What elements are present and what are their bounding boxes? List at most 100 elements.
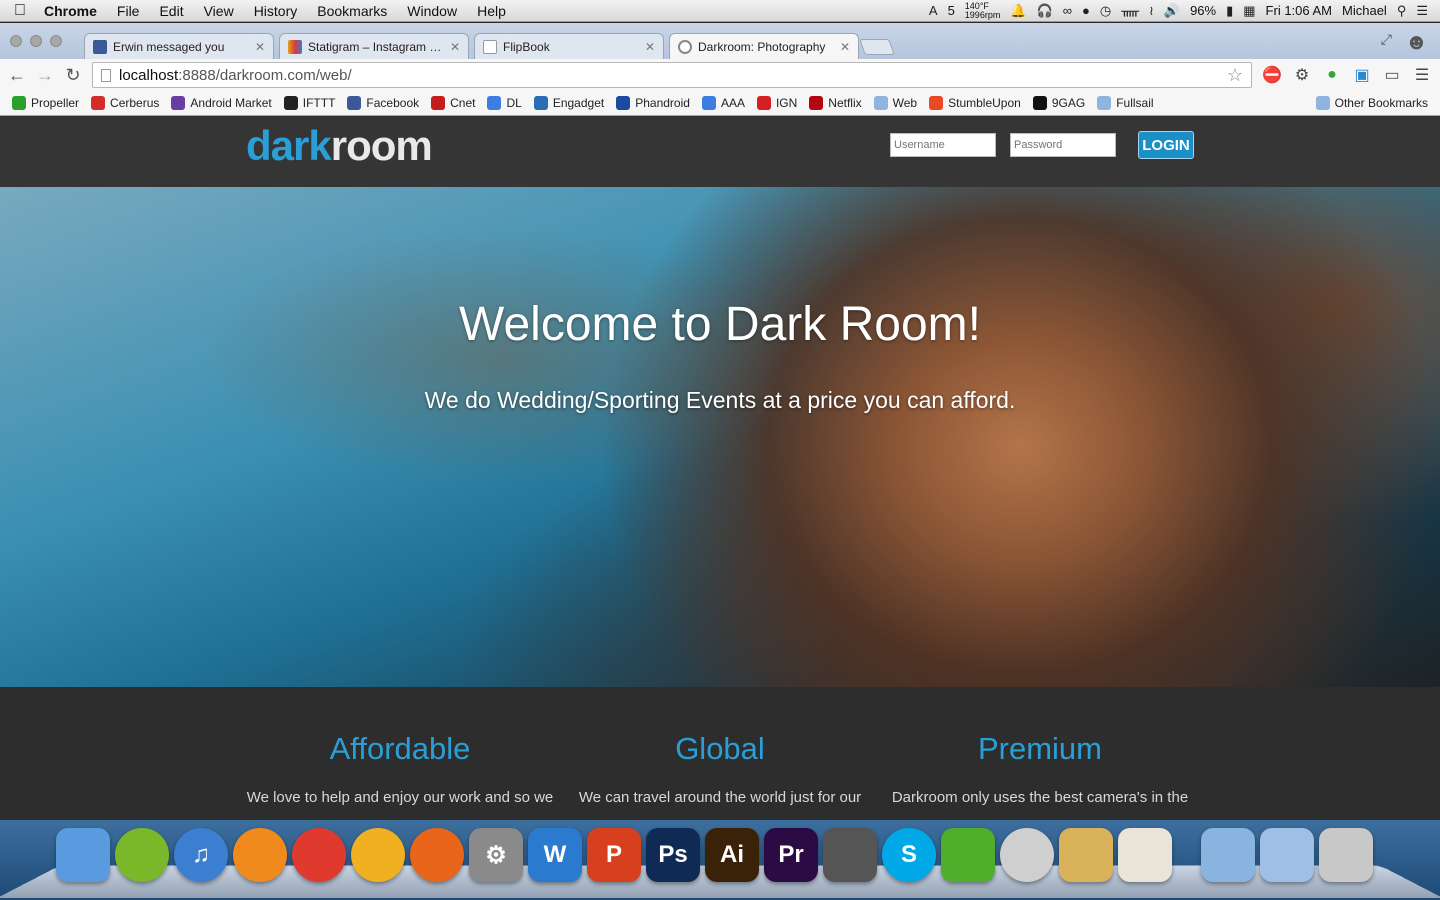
bookmark-propeller[interactable]: Propeller bbox=[6, 96, 85, 110]
close-tab-icon[interactable]: ✕ bbox=[840, 40, 850, 54]
wifi-icon[interactable]: ≀ bbox=[1149, 3, 1154, 19]
forward-arrow-icon[interactable]: → bbox=[36, 65, 54, 86]
bookmark-cerberus[interactable]: Cerberus bbox=[85, 96, 165, 110]
menu-file[interactable]: File bbox=[107, 3, 150, 19]
bookmark-android-market[interactable]: Android Market bbox=[165, 96, 277, 110]
bookmark-favicon-icon bbox=[1032, 96, 1047, 110]
zoom-window-button[interactable] bbox=[50, 35, 62, 47]
adobe-count: 5 bbox=[947, 3, 955, 18]
close-tab-icon[interactable]: ✕ bbox=[645, 40, 655, 54]
firefox-icon[interactable] bbox=[410, 828, 464, 882]
notification-center-icon[interactable]: ☰ bbox=[1416, 3, 1428, 19]
clock[interactable]: Fri 1:06 AM bbox=[1266, 3, 1332, 18]
applications-folder-icon[interactable] bbox=[1201, 828, 1255, 882]
tab-flipbook[interactable]: FlipBook ✕ bbox=[474, 33, 664, 59]
leaf-icon[interactable] bbox=[941, 828, 995, 882]
calendar-icon[interactable]: ▦ bbox=[1243, 3, 1255, 19]
tab-statigram[interactable]: Statigram – Instagram web ✕ bbox=[279, 33, 469, 59]
darkroom-logo[interactable]: darkroom bbox=[246, 122, 433, 170]
bookmark-engadget[interactable]: Engadget bbox=[528, 96, 610, 110]
evernote-icon[interactable]: ● bbox=[1322, 66, 1342, 84]
menu-edit[interactable]: Edit bbox=[149, 3, 193, 19]
bookmark-stumbleupon[interactable]: StumbleUpon bbox=[923, 96, 1027, 110]
bookmark-fullsail[interactable]: Fullsail bbox=[1091, 96, 1159, 110]
notification-bell-icon[interactable]: 🔔 bbox=[1010, 3, 1026, 19]
ibooks-icon[interactable] bbox=[233, 828, 287, 882]
user-name[interactable]: Michael bbox=[1342, 3, 1387, 18]
headphones-icon[interactable]: 🎧 bbox=[1037, 3, 1053, 19]
menu-view[interactable]: View bbox=[194, 3, 244, 19]
tab-darkroom[interactable]: Darkroom: Photography ✕ bbox=[669, 33, 859, 60]
illustrator-icon[interactable]: Ai bbox=[705, 828, 759, 882]
bookmark-aaa[interactable]: AAA bbox=[696, 96, 751, 110]
temperature-readout[interactable]: 140°F 1996rpm bbox=[964, 1, 1001, 20]
battery-percent[interactable]: 96% bbox=[1190, 3, 1216, 18]
address-bar[interactable]: localhost:8888/darkroom.com/web/ ☆ bbox=[92, 62, 1252, 88]
fullscreen-icon[interactable]: ⤢ bbox=[1381, 31, 1392, 48]
login-button[interactable]: LOGIN bbox=[1138, 131, 1194, 159]
new-tab-button[interactable] bbox=[859, 39, 895, 55]
menu-help[interactable]: Help bbox=[467, 3, 516, 19]
maps-icon[interactable] bbox=[1118, 828, 1172, 882]
powerpoint-icon[interactable]: P bbox=[587, 828, 641, 882]
volume-icon[interactable]: 🔊 bbox=[1164, 3, 1180, 19]
system-preferences-icon[interactable]: ⚙ bbox=[469, 828, 523, 882]
adblock-icon[interactable]: ⛔ bbox=[1262, 65, 1282, 85]
bookmarks-bar: Propeller Cerberus Android Market IFTTT Face… bbox=[0, 91, 1440, 116]
finder-icon[interactable] bbox=[56, 828, 110, 882]
github-icon[interactable] bbox=[823, 828, 877, 882]
cast-icon[interactable]: ▭ bbox=[1382, 65, 1402, 85]
sequel-pro-icon[interactable] bbox=[1000, 828, 1054, 882]
bookmark-ign[interactable]: IGN bbox=[751, 96, 803, 110]
bookmark-dl[interactable]: DL bbox=[481, 96, 527, 110]
time-machine-icon[interactable]: ◷ bbox=[1100, 3, 1111, 19]
spotify-icon[interactable] bbox=[115, 828, 169, 882]
close-tab-icon[interactable]: ✕ bbox=[255, 40, 265, 54]
other-bookmarks-folder[interactable]: Other Bookmarks bbox=[1310, 96, 1434, 110]
bookmark-phandroid[interactable]: Phandroid bbox=[610, 96, 696, 110]
downloads-folder-icon[interactable] bbox=[1260, 828, 1314, 882]
bookmark-9gag[interactable]: 9GAG bbox=[1027, 96, 1091, 110]
trash-icon[interactable] bbox=[1319, 828, 1373, 882]
reload-icon[interactable]: ↻ bbox=[64, 65, 82, 86]
minimize-window-button[interactable] bbox=[30, 35, 42, 47]
password-input[interactable] bbox=[1010, 133, 1116, 157]
photoshop-icon[interactable]: Ps bbox=[646, 828, 700, 882]
bookmark-web[interactable]: Web bbox=[868, 96, 923, 110]
word-icon[interactable]: W bbox=[528, 828, 582, 882]
close-window-button[interactable] bbox=[10, 35, 22, 47]
chrome-icon[interactable] bbox=[292, 828, 346, 882]
battery-icon[interactable]: ▮ bbox=[1226, 3, 1233, 19]
chat-icon[interactable]: ▣ bbox=[1352, 65, 1372, 85]
incognito-profile-icon[interactable]: ☻ bbox=[1405, 29, 1428, 55]
settings-gear-icon[interactable]: ⚙ bbox=[1292, 65, 1312, 85]
skype-icon[interactable]: S bbox=[882, 828, 936, 882]
chrome-canary-icon[interactable] bbox=[351, 828, 405, 882]
menu-history[interactable]: History bbox=[244, 3, 308, 19]
feature-text: We can travel around the world just for … bbox=[578, 789, 862, 806]
spotlight-search-icon[interactable]: ⚲ bbox=[1397, 3, 1407, 19]
bookmark-label: AAA bbox=[720, 96, 745, 110]
close-tab-icon[interactable]: ✕ bbox=[450, 40, 460, 54]
menu-window[interactable]: Window bbox=[397, 3, 467, 19]
tab-facebook[interactable]: Erwin messaged you ✕ bbox=[84, 33, 274, 59]
database-icon[interactable] bbox=[1059, 828, 1113, 882]
bookmark-star-icon[interactable]: ☆ bbox=[1227, 65, 1243, 86]
droplet-icon[interactable]: ● bbox=[1082, 3, 1090, 18]
bookmark-netflix[interactable]: Netflix bbox=[803, 96, 867, 110]
bookmark-ifttt[interactable]: IFTTT bbox=[278, 96, 342, 110]
infinity-icon[interactable]: ∞ bbox=[1063, 3, 1072, 18]
premiere-icon[interactable]: Pr bbox=[764, 828, 818, 882]
bookmark-facebook[interactable]: Facebook bbox=[341, 96, 425, 110]
menu-bookmarks[interactable]: Bookmarks bbox=[307, 3, 397, 19]
bluetooth-icon[interactable]: ᚅ bbox=[1121, 3, 1139, 19]
back-arrow-icon[interactable]: ← bbox=[8, 65, 26, 86]
menu-app-name[interactable]: Chrome bbox=[40, 3, 107, 19]
adobe-icon[interactable]: A bbox=[929, 3, 938, 18]
rpm-value: 1996rpm bbox=[964, 9, 1001, 20]
itunes-icon[interactable]: ♫ bbox=[174, 828, 228, 882]
username-input[interactable] bbox=[890, 133, 996, 157]
apple-icon[interactable]:  bbox=[0, 2, 40, 20]
chrome-menu-icon[interactable]: ☰ bbox=[1412, 65, 1432, 85]
bookmark-cnet[interactable]: Cnet bbox=[425, 96, 481, 110]
